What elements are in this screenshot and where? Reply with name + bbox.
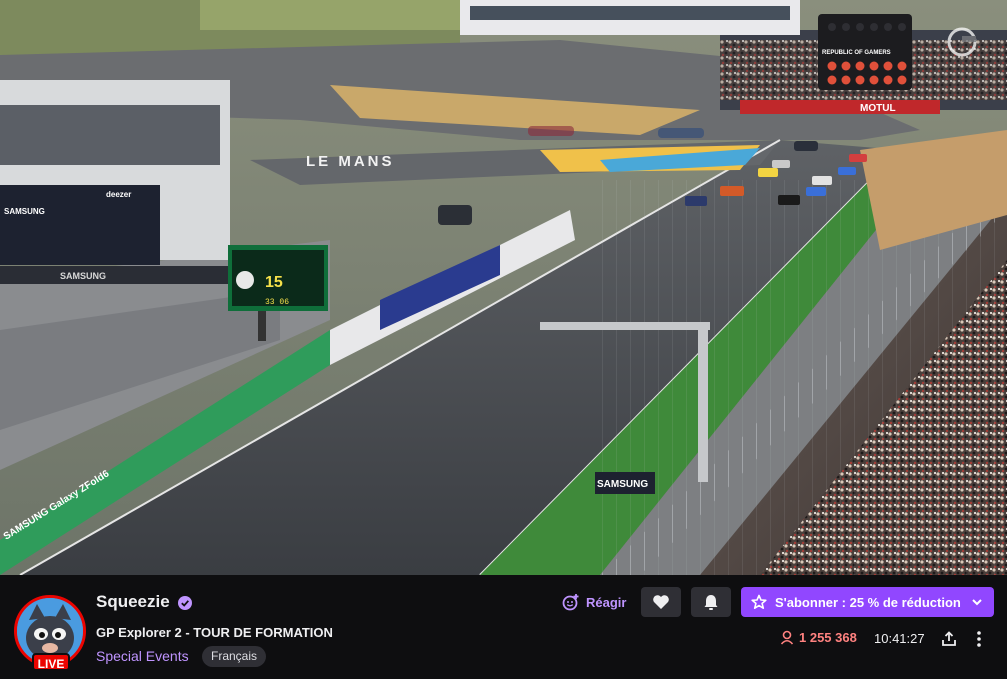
react-button[interactable]: Réagir — [556, 588, 632, 616]
motul-banner: MOTUL — [860, 103, 896, 114]
lap-clock: 33 06 — [265, 298, 289, 307]
live-badge: LIVE — [32, 653, 70, 671]
person-icon — [780, 630, 794, 645]
race-video-frame: MOTUL SAMSUNG deezer SAMSUNG LE MANS 15 … — [0, 0, 1007, 575]
heart-icon — [653, 595, 669, 609]
stream-uptime: 10:41:27 — [874, 631, 925, 646]
share-button[interactable] — [938, 628, 960, 650]
subscribe-button[interactable]: S'abonner : 25 % de réduction — [741, 587, 994, 617]
channel-avatar[interactable]: LIVE — [14, 595, 86, 671]
react-button-label: Réagir — [586, 594, 627, 610]
more-options-button[interactable] — [968, 628, 990, 650]
star-icon — [751, 594, 767, 609]
language-tag[interactable]: Français — [202, 646, 267, 667]
chevron-down-icon[interactable] — [970, 595, 984, 609]
samsung-board-low: SAMSUNG — [597, 479, 648, 490]
channel-name[interactable]: Squeezie — [96, 592, 170, 612]
lap-counter: 15 — [265, 274, 283, 291]
le-mans-track-banner: LE MANS — [306, 153, 395, 170]
subscribe-button-label: S'abonner : 25 % de réduction — [775, 594, 961, 610]
stream-title: GP Explorer 2 - TOUR DE FORMATION — [96, 625, 333, 640]
samsung-board-2: SAMSUNG — [60, 271, 106, 281]
samsung-board: SAMSUNG — [4, 207, 45, 216]
more-vertical-icon — [977, 631, 981, 647]
share-icon — [942, 631, 956, 646]
smiley-plus-icon — [562, 594, 579, 611]
category-link[interactable]: Special Events — [96, 648, 189, 664]
video-player[interactable]: MOTUL SAMSUNG deezer SAMSUNG LE MANS 15 … — [0, 0, 1007, 575]
viewer-count: 1 255 368 — [780, 630, 857, 645]
notifications-button[interactable] — [691, 587, 731, 617]
bell-icon — [704, 595, 718, 610]
rog-badge: REPUBLIC OF GAMERS — [822, 50, 891, 56]
viewer-count-value: 1 255 368 — [799, 630, 857, 645]
follow-button[interactable] — [641, 587, 681, 617]
verified-badge-icon — [178, 596, 192, 610]
deezer-board: deezer — [106, 190, 131, 199]
